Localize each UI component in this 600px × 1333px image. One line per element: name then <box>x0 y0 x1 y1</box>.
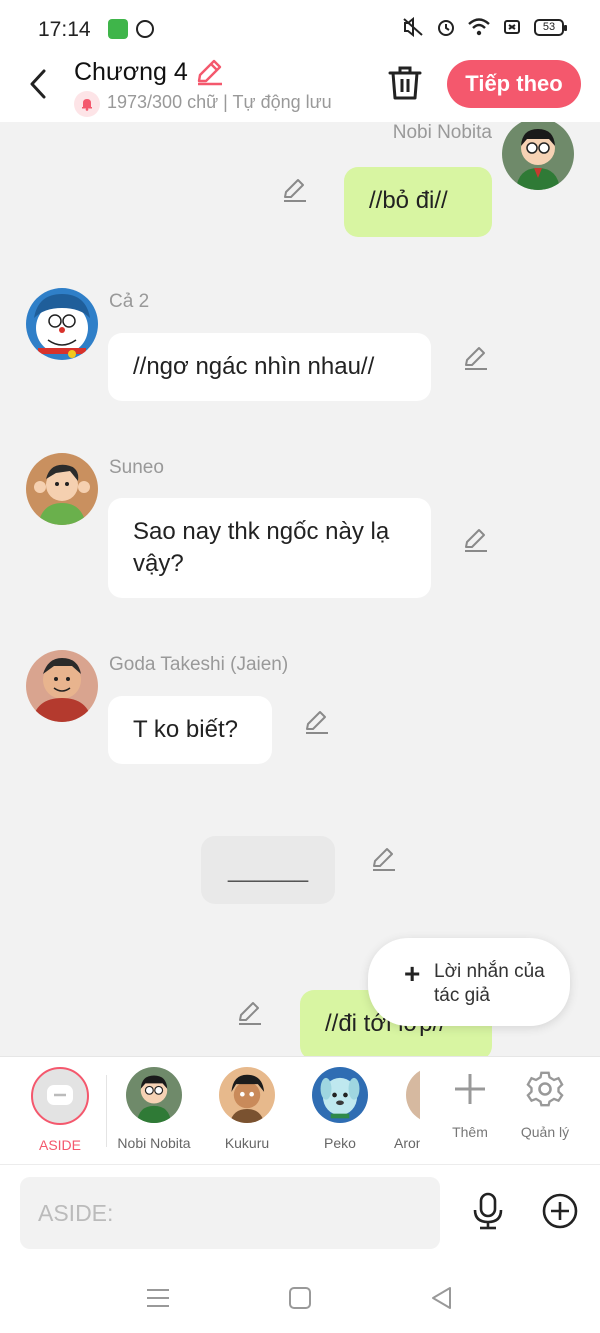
pinterest-icon <box>136 20 154 38</box>
status-bar: 17:14 53 <box>0 0 600 58</box>
character-avatar <box>126 1067 182 1123</box>
pencil-icon <box>197 59 222 86</box>
aside-avatar <box>31 1067 89 1125</box>
plus-icon: + <box>404 958 421 989</box>
speaker-name: Goda Takeshi (Jaien) <box>109 654 289 675</box>
author-note-label: Lời nhắn của tác giả <box>434 961 545 1006</box>
gear-icon <box>526 1071 564 1107</box>
notification-bell-icon <box>74 91 100 117</box>
avatar-goda-takeshi[interactable] <box>26 650 98 722</box>
character-peko[interactable]: Peko <box>300 1067 380 1151</box>
status-separator: | <box>223 92 228 112</box>
edit-message-button[interactable] <box>462 526 490 554</box>
chapter-title: Chương 4 <box>74 58 188 86</box>
author-note-button[interactable]: + Lời nhắn của tác giả <box>368 938 570 1026</box>
add-label: Thêm <box>452 1124 488 1140</box>
home-nav-button[interactable] <box>286 1284 314 1312</box>
message-bubble[interactable]: Sao nay thk ngốc này lạ vậy? <box>108 498 431 598</box>
edit-message-button[interactable] <box>281 176 309 204</box>
character-avatar <box>406 1067 420 1123</box>
chat-area[interactable]: Nobi Nobita //bỏ đi// Cả 2 //ngơ ngác nh… <box>0 122 600 1056</box>
message-bubble[interactable]: T ko biết? <box>108 696 272 764</box>
character-aside[interactable]: ASIDE <box>20 1067 100 1153</box>
pencil-icon <box>373 848 395 871</box>
triangle-back-icon <box>432 1287 451 1309</box>
character-label: Kukuru <box>224 1135 270 1151</box>
voice-input-button[interactable] <box>468 1191 508 1231</box>
character-kukuru[interactable]: Kukuru <box>207 1067 287 1151</box>
message-bubble[interactable]: //ngơ ngác nhìn nhau// <box>108 333 431 401</box>
square-icon <box>289 1287 311 1309</box>
divider <box>106 1075 107 1147</box>
speaker-name: Suneo <box>109 457 164 478</box>
pencil-icon <box>284 179 306 202</box>
message-input[interactable] <box>20 1177 440 1249</box>
menu-nav-button[interactable] <box>144 1284 172 1312</box>
sim-off-icon <box>501 16 523 38</box>
wifi-icon <box>468 16 490 38</box>
character-label: ASIDE <box>38 1137 81 1153</box>
character-nobi-nobita[interactable]: Nobi Nobita <box>114 1067 194 1151</box>
manage-label: Quản lý <box>520 1124 570 1140</box>
battery-icon: 53 <box>534 18 567 36</box>
word-count-status: 1973/300 chữ | Tự động lưu <box>107 92 332 113</box>
character-label: Aron <box>394 1135 420 1151</box>
edit-message-button[interactable] <box>303 708 331 736</box>
next-button[interactable]: Tiếp theo <box>447 60 581 108</box>
add-character-button[interactable]: Thêm <box>435 1069 505 1140</box>
word-count: 1973/300 chữ <box>107 92 219 112</box>
mute-vibrate-icon <box>402 16 424 38</box>
avatar-suneo[interactable] <box>26 453 98 525</box>
back-button[interactable] <box>22 66 54 102</box>
delete-button[interactable] <box>386 64 424 102</box>
system-nav-bar <box>0 1264 600 1333</box>
character-aron[interactable]: Aron <box>380 1067 420 1151</box>
avatar-ca-2[interactable] <box>26 288 98 360</box>
pencil-icon <box>306 711 328 734</box>
pencil-icon <box>239 1002 261 1025</box>
pencil-icon <box>465 529 487 552</box>
plus-icon <box>455 1074 485 1104</box>
chat-bubble-icon <box>47 1085 73 1105</box>
manage-characters-button[interactable]: Quản lý <box>510 1069 580 1140</box>
alarm-icon <box>435 16 457 38</box>
character-bar: ASIDE Nobi Nobita Kukuru Peko Aron Thêm <box>0 1056 600 1164</box>
avatar-nobi-nobita[interactable] <box>502 122 574 190</box>
editor-header: Chương 4 1973/300 chữ | Tự động lưu Tiếp… <box>0 58 600 122</box>
attach-button[interactable] <box>540 1191 580 1231</box>
status-time: 17:14 <box>38 18 91 41</box>
back-nav-button[interactable] <box>428 1284 456 1312</box>
plus-circle-icon <box>542 1193 578 1229</box>
speaker-name: Cả 2 <box>109 291 150 312</box>
scene-break-bubble[interactable]: ______ <box>201 836 335 904</box>
speaker-name: Nobi Nobita <box>392 122 492 143</box>
message-input-bar <box>0 1164 600 1264</box>
edit-title-button[interactable] <box>194 58 224 86</box>
character-label: Peko <box>324 1135 356 1151</box>
menu-icon <box>147 1289 169 1307</box>
edit-message-button[interactable] <box>370 845 398 873</box>
message-bubble[interactable]: //bỏ đi// <box>344 167 492 237</box>
back-arrow-icon <box>30 69 46 99</box>
autosave-status: Tự động lưu <box>232 92 332 112</box>
edit-message-button[interactable] <box>236 999 264 1027</box>
pencil-icon <box>465 347 487 370</box>
microphone-icon <box>473 1192 503 1230</box>
trash-icon <box>388 66 422 100</box>
character-avatar <box>219 1067 275 1123</box>
character-label: Nobi Nobita <box>117 1135 191 1151</box>
app-notification-icon <box>108 19 128 39</box>
character-avatar <box>312 1067 368 1123</box>
edit-message-button[interactable] <box>462 344 490 372</box>
